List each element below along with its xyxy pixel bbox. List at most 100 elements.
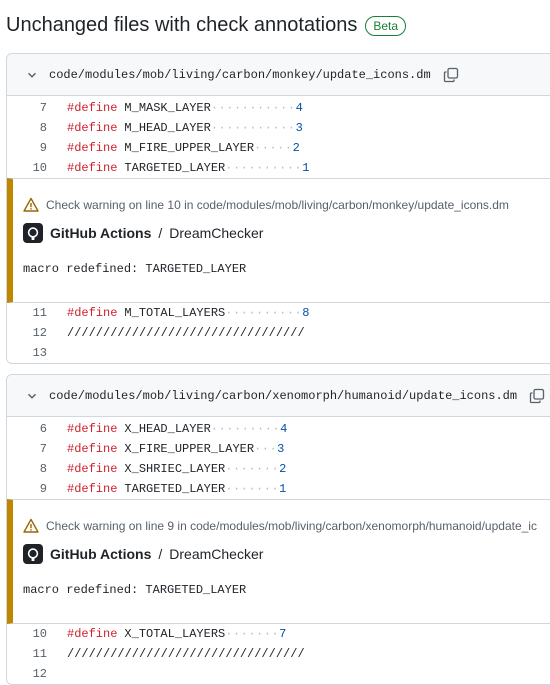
line-number: 9: [39, 141, 47, 155]
code-number: 7: [279, 627, 287, 641]
code-whitespace: ·······: [225, 627, 280, 641]
code-keyword: #define: [67, 121, 118, 135]
code-identifier: M_TOTAL_LAYERS: [124, 306, 226, 320]
code-number: 2: [292, 141, 300, 155]
code-number: 1: [279, 482, 287, 496]
source-separator: /: [158, 225, 163, 241]
file-box-monkey: code/modules/mob/living/carbon/monkey/up…: [6, 53, 550, 364]
code-identifier: X_FIRE_UPPER_LAYER: [124, 442, 255, 456]
line-number: 10: [32, 627, 47, 641]
code-whitespace: ·······: [225, 482, 280, 496]
code-identifier: TARGETED_LAYER: [124, 482, 226, 496]
code-number: 4: [280, 422, 288, 436]
code-number: 3: [295, 121, 303, 135]
code-keyword: #define: [67, 101, 118, 115]
source-app[interactable]: GitHub Actions: [50, 546, 151, 562]
code-identifier: M_HEAD_LAYER: [124, 121, 211, 135]
code-line: 8 #define M_HEAD_LAYER ··········· 3: [7, 118, 550, 138]
line-number: 10: [32, 161, 47, 175]
code-comment: /////////////////////////////////: [67, 647, 305, 661]
line-number: 8: [39, 121, 47, 135]
code-keyword: #define: [67, 141, 118, 155]
code-keyword: #define: [67, 627, 118, 641]
code-whitespace: ···: [254, 442, 278, 456]
check-annotation: Check warning on line 10 in code/modules…: [7, 178, 550, 303]
code-whitespace: ··········: [225, 161, 303, 175]
code-lines-before: 7 #define M_MASK_LAYER ··········· 4 8 #defin…: [7, 96, 550, 178]
code-whitespace: ·······: [225, 462, 280, 476]
line-number: 11: [32, 647, 47, 661]
chevron-down-icon[interactable]: [25, 68, 39, 82]
file-path[interactable]: code/modules/mob/living/carbon/monkey/up…: [49, 68, 431, 82]
source-check[interactable]: DreamChecker: [169, 546, 263, 562]
code-line: 6 #define X_HEAD_LAYER ········· 4: [7, 419, 550, 439]
annotation-message: macro redefined: TARGETED_LAYER: [23, 262, 247, 276]
annotation-source: GitHub Actions / DreamChecker: [23, 223, 550, 243]
github-logo-icon: [23, 544, 43, 564]
line-number: 11: [32, 306, 47, 320]
code-lines-after: 11 #define M_TOTAL_LAYERS ·········· 8 12 ///…: [7, 303, 550, 363]
code-number: 2: [279, 462, 287, 476]
code-line: 8 #define X_SHRIEC_LAYER ······· 2: [7, 459, 550, 479]
code-line: 12 /////////////////////////////////: [7, 323, 550, 343]
code-line: 11 #define M_TOTAL_LAYERS ·········· 8: [7, 303, 550, 323]
github-logo-icon: [23, 223, 43, 243]
code-whitespace: ···········: [210, 101, 296, 115]
beta-badge: Beta: [365, 15, 407, 36]
line-number: 13: [32, 346, 47, 360]
page-title: Unchanged files with check annotations B…: [6, 14, 407, 37]
annotation-title-text: Check warning on line 9 in code/modules/…: [46, 519, 537, 533]
code-line: 13: [7, 343, 550, 363]
annotation-message: macro redefined: TARGETED_LAYER: [23, 583, 247, 597]
code-whitespace: ··········: [225, 306, 303, 320]
annotation-title-text: Check warning on line 10 in code/modules…: [46, 198, 509, 212]
code-identifier: X_HEAD_LAYER: [124, 422, 211, 436]
code-number: 4: [295, 101, 303, 115]
check-annotation: Check warning on line 9 in code/modules/…: [7, 499, 550, 624]
code-line: 10 #define TARGETED_LAYER ·········· 1: [7, 158, 550, 178]
code-keyword: #define: [67, 482, 118, 496]
code-keyword: #define: [67, 422, 118, 436]
code-comment: /////////////////////////////////: [67, 326, 305, 340]
line-number: 7: [39, 442, 47, 456]
file-header: code/modules/mob/living/carbon/monkey/up…: [7, 54, 550, 96]
code-keyword: #define: [67, 442, 118, 456]
warning-icon: [23, 197, 39, 212]
code-identifier: TARGETED_LAYER: [124, 161, 226, 175]
code-line: 7 #define X_FIRE_UPPER_LAYER ··· 3: [7, 439, 550, 459]
code-line: 9 #define TARGETED_LAYER ······· 1: [7, 479, 550, 499]
annotation-title: Check warning on line 10 in code/modules…: [23, 179, 550, 213]
line-number: 9: [39, 482, 47, 496]
annotation-source: GitHub Actions / DreamChecker: [23, 544, 550, 564]
source-app[interactable]: GitHub Actions: [50, 225, 151, 241]
code-whitespace: ·········: [210, 422, 281, 436]
page-title-text: Unchanged files with check annotations: [6, 14, 358, 36]
file-box-xenomorph: code/modules/mob/living/carbon/xenomorph…: [6, 374, 550, 685]
code-line: 7 #define M_MASK_LAYER ··········· 4: [7, 98, 550, 118]
code-keyword: #define: [67, 161, 118, 175]
line-number: 12: [32, 326, 47, 340]
file-header: code/modules/mob/living/carbon/xenomorph…: [7, 375, 550, 417]
code-keyword: #define: [67, 462, 118, 476]
code-identifier: X_TOTAL_LAYERS: [124, 627, 226, 641]
copy-icon[interactable]: [443, 67, 459, 83]
code-line: 11 /////////////////////////////////: [7, 644, 550, 664]
code-line: 9 #define M_FIRE_UPPER_LAYER ····· 2: [7, 138, 550, 158]
source-separator: /: [158, 546, 163, 562]
code-line: 10 #define X_TOTAL_LAYERS ······· 7: [7, 624, 550, 644]
chevron-down-icon[interactable]: [25, 389, 39, 403]
code-keyword: #define: [67, 306, 118, 320]
annotation-title: Check warning on line 9 in code/modules/…: [23, 500, 550, 534]
line-number: 7: [39, 101, 47, 115]
code-number: 1: [302, 161, 310, 175]
code-identifier: X_SHRIEC_LAYER: [124, 462, 226, 476]
code-identifier: M_MASK_LAYER: [124, 101, 211, 115]
code-number: 3: [277, 442, 285, 456]
copy-icon[interactable]: [529, 388, 545, 404]
line-number: 6: [39, 422, 47, 436]
code-whitespace: ·····: [254, 141, 293, 155]
line-number: 12: [32, 667, 47, 681]
source-check[interactable]: DreamChecker: [169, 225, 263, 241]
file-path[interactable]: code/modules/mob/living/carbon/xenomorph…: [49, 389, 517, 403]
code-whitespace: ···········: [210, 121, 296, 135]
